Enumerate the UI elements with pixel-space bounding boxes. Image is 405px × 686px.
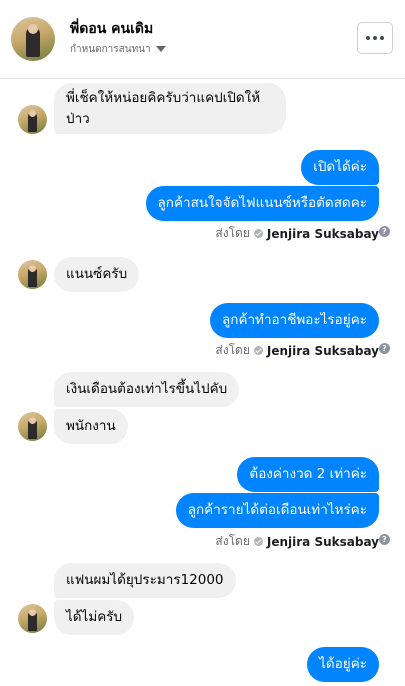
- message-outgoing[interactable]: เปิดได้ค่ะ: [301, 150, 379, 185]
- message-incoming[interactable]: ได้ไม่ครับ: [54, 600, 135, 635]
- sent-by-line: ส่งโดย Jenjira Suksabay: [215, 341, 379, 360]
- avatar-face: [28, 24, 38, 34]
- message-incoming[interactable]: พี่เช็คให้หน่อยคิครับว่าแคปเปิดให้ ป่าว: [54, 83, 286, 134]
- sent-by-label: ส่งโดย: [215, 226, 250, 240]
- info-icon[interactable]: ?: [379, 226, 390, 237]
- message-outgoing[interactable]: ได้อยู่ค่ะ: [307, 647, 379, 682]
- caret-down-icon: [155, 46, 166, 52]
- info-icon[interactable]: ?: [379, 343, 390, 354]
- sent-by-line: ส่งโดย Jenjira Suksabay: [215, 224, 379, 243]
- message-text-line: พี่เช็คให้หน่อยคิครับว่าแคปเปิดให้: [66, 90, 261, 106]
- info-icon[interactable]: ?: [379, 534, 390, 545]
- contact-avatar[interactable]: [11, 17, 55, 61]
- sender-avatar[interactable]: [18, 604, 47, 633]
- message-text-line: ป่าว: [66, 111, 90, 127]
- sent-by-name[interactable]: Jenjira Suksabay: [267, 535, 379, 549]
- schedule-conversation-label: กำหนดการสนทนา: [70, 44, 151, 55]
- more-options-button[interactable]: [357, 22, 393, 54]
- message-incoming[interactable]: พนักงาน: [54, 409, 128, 444]
- verified-icon: [253, 346, 263, 355]
- sent-by-label: ส่งโดย: [215, 343, 250, 357]
- sender-avatar[interactable]: [18, 105, 47, 134]
- sender-avatar[interactable]: [18, 412, 47, 441]
- message-outgoing[interactable]: ต้องค่างวด 2 เท่าค่ะ: [237, 457, 379, 492]
- more-dots-icon: [366, 36, 384, 40]
- sent-by-name[interactable]: Jenjira Suksabay: [267, 227, 379, 241]
- message-outgoing[interactable]: ลูกค้าสนใจจัดไฟแนนซ์หรือตัดสดคะ: [145, 186, 379, 221]
- sent-by-label: ส่งโดย: [215, 534, 250, 548]
- sender-avatar[interactable]: [18, 260, 47, 289]
- message-outgoing[interactable]: ลูกค้าทำอาชีพอะไรอยู่คะ: [210, 303, 379, 338]
- verified-icon: [253, 537, 263, 546]
- contact-name[interactable]: พี่ดอน คนเดิม: [70, 18, 153, 40]
- message-outgoing[interactable]: ลูกค้ารายได้ต่อเดือนเท่าไหร่คะ: [175, 493, 379, 528]
- sent-by-line: ส่งโดย Jenjira Suksabay: [215, 532, 379, 551]
- verified-icon: [253, 229, 263, 238]
- sent-by-name[interactable]: Jenjira Suksabay: [267, 344, 379, 358]
- message-incoming[interactable]: แฟนผมได้ยุประมาร12000: [54, 563, 236, 598]
- schedule-conversation-dropdown[interactable]: กำหนดการสนทนา: [70, 42, 166, 57]
- conversation-header: พี่ดอน คนเดิม กำหนดการสนทนา: [0, 0, 405, 79]
- message-incoming[interactable]: แนนซ์ครับ: [54, 257, 140, 292]
- message-incoming[interactable]: เงินเดือนต้องเท่าไรขึ้นไปคับ: [54, 372, 240, 407]
